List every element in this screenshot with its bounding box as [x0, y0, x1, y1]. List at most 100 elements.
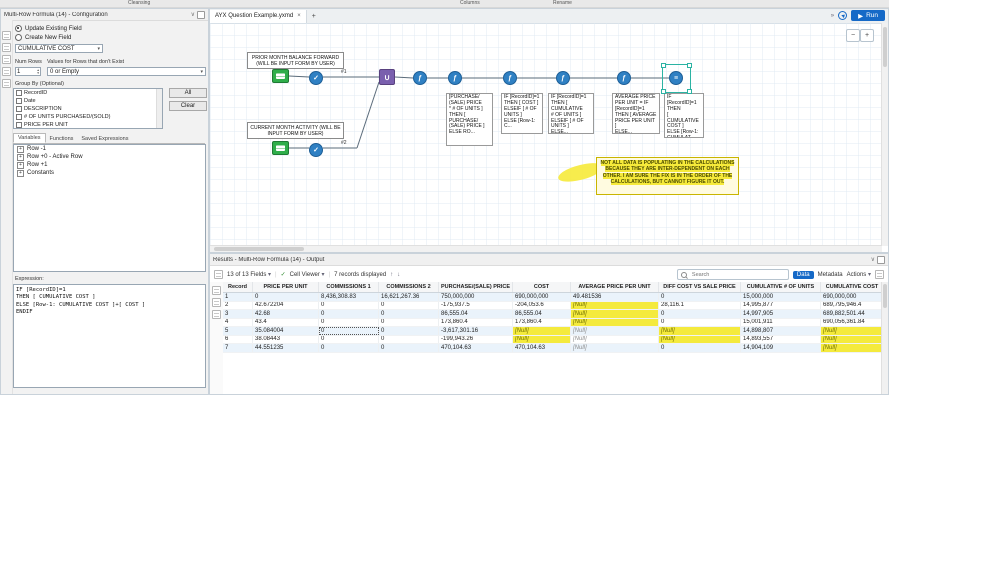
tool-caption-average-price[interactable]: AVERAGE PRICE PER UNIT = IF [RecordID]=1… — [612, 93, 660, 134]
workflow-document-tab[interactable]: AYX Question Example.yxmd × — [210, 9, 307, 23]
table-cell[interactable]: 14,893,557 — [741, 335, 821, 343]
table-cell[interactable]: -175,937.5 — [439, 301, 513, 309]
all-button[interactable]: All — [169, 88, 207, 98]
radio-selected-icon[interactable] — [15, 25, 22, 32]
table-cell[interactable]: 86,555.04 — [439, 310, 513, 318]
table-row[interactable]: 2 42.672204 0 0 -175,937.5 -204,053.6 [Null] 28… — [223, 301, 882, 310]
table-view-icon[interactable] — [214, 270, 223, 279]
table-cell[interactable]: 0 — [379, 327, 439, 335]
annotation-tab-icon[interactable] — [2, 43, 11, 52]
table-cell[interactable]: [Null] — [513, 335, 571, 343]
tool-caption-purchase-price[interactable]: [PURCHASE/ (SALE) PRICE * # OF UNITS ] T… — [446, 93, 493, 146]
table-cell[interactable]: 689,795,946.4 — [821, 302, 882, 310]
table-cell[interactable]: 0 — [659, 293, 741, 301]
column-header[interactable]: AVERAGE PRICE PER UNIT — [571, 282, 659, 292]
table-cell[interactable]: [Null] — [571, 327, 659, 335]
table-cell[interactable]: 35.084004 — [253, 327, 319, 335]
apply-check-icon[interactable]: ✓ — [281, 271, 286, 278]
table-row[interactable]: 5 35.084004 0 0 -3,617,301.16 [Null] [Null] [Nu… — [223, 327, 882, 336]
annotation-current-month[interactable]: CURRENT MONTH ACTIVITY (WILL BE INPUT FO… — [247, 122, 344, 139]
log-view-icon[interactable] — [212, 298, 221, 307]
table-cell[interactable]: -199,943.26 — [439, 335, 513, 343]
tab-data[interactable]: Data — [792, 270, 814, 279]
field-select[interactable]: CUMULATIVE COST ▾ — [15, 44, 103, 53]
column-header[interactable]: DIFF COST VS SALE PRICE — [659, 282, 741, 292]
column-header[interactable]: PURCHASE/(SALE) PRICE — [439, 282, 513, 292]
table-cell[interactable]: [Null] — [571, 344, 659, 352]
input-data-tool-icon[interactable] — [272, 141, 289, 155]
table-cell[interactable]: 690,000,000 — [821, 293, 882, 301]
table-cell[interactable]: -204,053.6 — [513, 301, 571, 309]
collapse-icon[interactable]: ∨ — [871, 256, 875, 263]
tab-saved-expressions[interactable]: Saved Expressions — [77, 135, 132, 143]
tab-variables[interactable]: Variables — [13, 133, 46, 143]
table-cell[interactable]: 15,001,911 — [741, 318, 821, 326]
table-cell[interactable]: 38.08443 — [253, 335, 319, 343]
table-cell[interactable]: 1 — [223, 293, 253, 301]
formula-tool-icon[interactable]: ƒ — [503, 71, 517, 85]
tree-item[interactable]: + Row +0 - Active Row — [14, 153, 205, 161]
tab-functions[interactable]: Functions — [46, 135, 78, 143]
checkbox-icon[interactable] — [16, 114, 22, 120]
table-cell[interactable]: 8,436,308.83 — [319, 293, 379, 301]
column-header[interactable]: COMMISSIONS 1 — [319, 282, 379, 292]
expand-icon[interactable]: + — [17, 161, 24, 169]
tree-item[interactable]: + Row +1 — [14, 161, 205, 169]
pin-icon[interactable] — [877, 255, 885, 264]
checkbox-icon[interactable] — [16, 122, 22, 128]
table-cell[interactable]: [Null] — [571, 318, 659, 326]
tree-item[interactable]: + Row -1 — [14, 145, 205, 153]
table-cell[interactable]: [Null] — [659, 335, 741, 343]
new-tab-button[interactable]: + — [307, 13, 321, 20]
num-rows-stepper[interactable]: 1 ▴ ▾ — [15, 67, 41, 76]
table-cell[interactable]: 470,104.63 — [439, 344, 513, 352]
connections-tab-icon[interactable] — [2, 55, 11, 64]
help-icon[interactable] — [2, 79, 11, 88]
table-cell[interactable]: 14,997,905 — [741, 310, 821, 318]
column-header[interactable]: PRICE PER UNIT — [253, 282, 319, 292]
update-existing-field-option[interactable]: Update Existing Field — [15, 25, 82, 32]
table-cell[interactable]: [Null] — [659, 327, 741, 335]
tree-item[interactable]: + Constants — [14, 169, 205, 177]
table-cell[interactable]: 14,904,109 — [741, 344, 821, 352]
configuration-panel-titlebar[interactable]: Multi-Row Formula (14) - Configuration ∨ — [1, 9, 208, 21]
table-cell[interactable]: 690,056,361.84 — [821, 319, 882, 327]
help-view-icon[interactable] — [212, 310, 221, 319]
table-cell[interactable]: 0 — [379, 318, 439, 326]
table-cell[interactable]: [Null] — [571, 301, 659, 309]
table-cell[interactable]: [Null] — [821, 344, 882, 352]
cell-viewer-dropdown[interactable]: Cell Viewer ▾ — [290, 271, 325, 278]
table-cell[interactable]: [Null] — [513, 327, 571, 335]
scroll-down-icon[interactable]: ↓ — [397, 272, 400, 278]
select-tool-icon[interactable]: ✓ — [309, 143, 323, 157]
table-cell[interactable]: [Null] — [821, 335, 882, 343]
group-by-list[interactable]: RecordID Date DESCRIPTION # OF UNITS PURCHA… — [13, 88, 163, 129]
table-cell[interactable]: 7 — [223, 344, 253, 352]
tool-caption-cumulative-cost[interactable]: IF [RecordID]=1 THEN [ CUMULATIVE COST ]… — [664, 93, 704, 138]
radio-unselected-icon[interactable] — [15, 34, 22, 41]
toolbar-category-rename[interactable]: Rename — [553, 0, 572, 6]
values-select[interactable]: 0 or Empty ▾ — [47, 67, 206, 76]
table-cell[interactable]: 42.672204 — [253, 301, 319, 309]
group-by-item[interactable]: DESCRIPTION — [14, 105, 162, 113]
column-header[interactable]: COST — [513, 282, 571, 292]
table-cell[interactable]: 750,000,000 — [439, 293, 513, 301]
table-cell[interactable]: 0 — [659, 344, 741, 352]
canvas-vertical-scrollbar[interactable] — [881, 23, 888, 246]
stepper-arrows-icon[interactable]: ▴ ▾ — [37, 68, 39, 75]
table-row[interactable]: 4 43.4 0 0 173,860.4 173,860.4 [Null] 0 15,001,9… — [223, 318, 882, 327]
checkbox-icon[interactable] — [16, 106, 22, 112]
table-cell[interactable]: 3 — [223, 310, 253, 318]
table-row[interactable]: 3 42.68 0 0 86,555.04 86,555.04 [Null] 0 14,997,… — [223, 310, 882, 319]
table-cell[interactable]: 0 — [379, 310, 439, 318]
table-cell[interactable]: 44.551235 — [253, 344, 319, 352]
create-new-field-option[interactable]: Create New Field — [15, 34, 71, 41]
table-cell[interactable]: 14,995,877 — [741, 301, 821, 309]
expand-icon[interactable]: + — [17, 153, 24, 161]
table-cell[interactable]: 43.4 — [253, 318, 319, 326]
search-box[interactable] — [676, 269, 789, 280]
group-by-item[interactable]: # OF UNITS PURCHASED/(SOLD) — [14, 113, 162, 121]
table-cell[interactable]: 0 — [319, 344, 379, 352]
table-row[interactable]: 6 38.08443 0 0 -199,943.26 [Null] [Null] [Null]… — [223, 335, 882, 344]
canvas-horizontal-scrollbar[interactable] — [210, 245, 882, 252]
